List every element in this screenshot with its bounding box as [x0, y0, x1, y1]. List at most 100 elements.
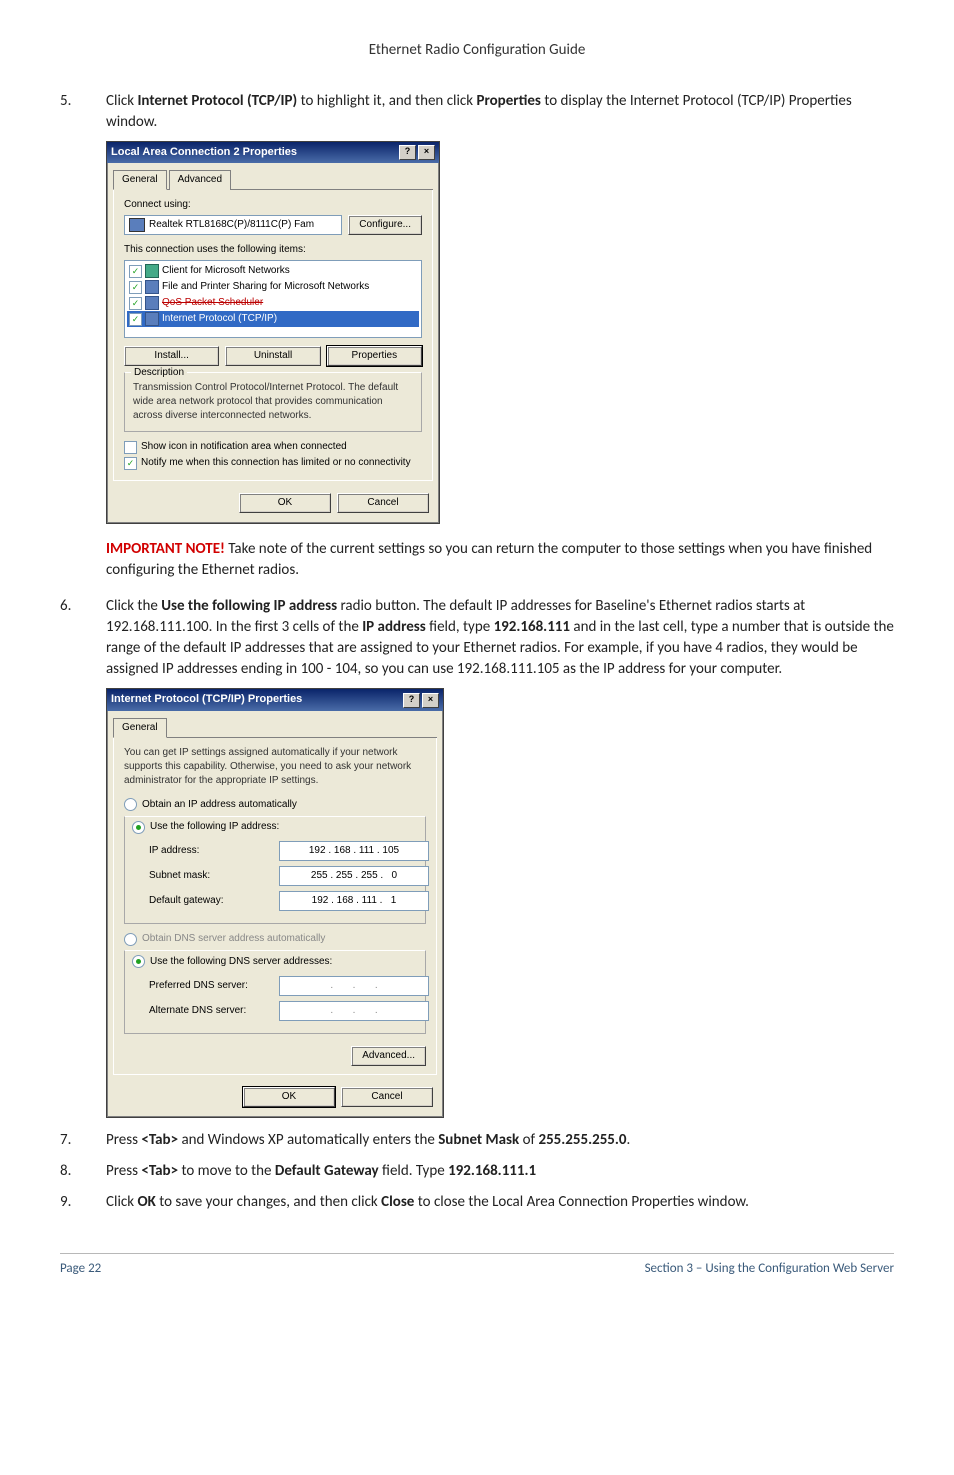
component-icon — [145, 264, 159, 278]
description-group: Description Transmission Control Protoco… — [124, 372, 422, 432]
ip-group: Use the following IP address: IP address… — [124, 816, 426, 925]
help-button[interactable]: ? — [399, 145, 416, 160]
intro-text: You can get IP settings assigned automat… — [124, 746, 426, 788]
default-gateway-label: Default gateway: — [149, 894, 269, 908]
step-number: 5. — [60, 91, 106, 133]
cancel-button[interactable]: Cancel — [341, 1087, 433, 1107]
component-icon — [145, 296, 159, 310]
cancel-button[interactable]: Cancel — [337, 493, 429, 513]
text: to move to the — [178, 1162, 275, 1180]
properties-button[interactable]: Properties — [327, 346, 422, 366]
list-item[interactable]: ✓ QoS Packet Scheduler — [127, 295, 419, 311]
step-5: 5. Click Internet Protocol (TCP/IP) to h… — [60, 91, 894, 133]
obtain-ip-auto-radio[interactable]: Obtain an IP address automatically — [124, 798, 426, 812]
dialog-footer: OK Cancel — [107, 487, 439, 523]
list-item-selected[interactable]: ✓ Internet Protocol (TCP/IP) — [127, 311, 419, 327]
text-bold: 192.168.111 — [494, 618, 570, 636]
step-body: Click Internet Protocol (TCP/IP) to high… — [106, 91, 894, 133]
ip-address-field[interactable]: 192 . 168 . 111 . 105 — [279, 841, 429, 861]
radio-icon[interactable] — [132, 821, 145, 834]
lan-properties-dialog: Local Area Connection 2 Properties ? × G… — [106, 141, 440, 524]
text-bold: Use the following IP address — [161, 597, 337, 615]
ok-button[interactable]: OK — [239, 493, 331, 513]
help-button[interactable]: ? — [403, 693, 420, 708]
important-label: IMPORTANT NOTE! — [106, 540, 225, 558]
step-number: 9. — [60, 1192, 106, 1213]
alternate-dns-label: Alternate DNS server: — [149, 1004, 269, 1018]
item-text: File and Printer Sharing for Microsoft N… — [162, 280, 369, 294]
tab-general[interactable]: General — [113, 718, 167, 738]
tab-strip: General — [113, 717, 437, 738]
text-bold: Subnet Mask — [438, 1131, 519, 1149]
text-bold: OK — [137, 1193, 155, 1211]
titlebar-buttons: ? × — [403, 693, 439, 708]
text: Click — [106, 92, 137, 110]
item-text: QoS Packet Scheduler — [162, 296, 263, 310]
text: Click the — [106, 597, 161, 615]
text: to highlight it, and then click — [297, 92, 476, 110]
use-following-ip-radio[interactable]: Use the following IP address: — [129, 820, 282, 834]
radio-label: Use the following DNS server addresses: — [150, 955, 332, 969]
radio-icon[interactable] — [124, 798, 137, 811]
radio-label: Use the following IP address: — [150, 820, 279, 834]
text-bold: IP address — [362, 618, 426, 636]
checkbox-icon[interactable]: ✓ — [129, 281, 142, 294]
show-icon-checkbox-row[interactable]: Show icon in notification area when conn… — [124, 440, 422, 454]
connect-using-label: Connect using: — [124, 198, 422, 212]
text: . — [627, 1131, 631, 1149]
list-item[interactable]: ✓ File and Printer Sharing for Microsoft… — [127, 279, 419, 295]
text-bold: Internet Protocol (TCP/IP) — [137, 92, 297, 110]
footer-left: Page 22 — [60, 1260, 101, 1278]
tab-general[interactable]: General — [113, 170, 167, 190]
text-bold: Properties — [476, 92, 540, 110]
checkbox-label: Show icon in notification area when conn… — [141, 440, 347, 454]
text: and Windows XP automatically enters the — [178, 1131, 438, 1149]
titlebar: Internet Protocol (TCP/IP) Properties ? … — [107, 689, 443, 710]
checkbox-icon[interactable]: ✓ — [129, 297, 142, 310]
text: field. Type — [379, 1162, 448, 1180]
list-item[interactable]: ✓ Client for Microsoft Networks — [127, 263, 419, 279]
tab-advanced[interactable]: Advanced — [169, 170, 231, 190]
step-body: Click OK to save your changes, and then … — [106, 1192, 894, 1213]
install-button[interactable]: Install... — [124, 346, 219, 366]
step-body: Press <Tab> to move to the Default Gatew… — [106, 1161, 894, 1182]
checkbox-icon[interactable]: ✓ — [124, 457, 137, 470]
configure-button[interactable]: Configure... — [348, 215, 422, 235]
notify-checkbox-row[interactable]: ✓ Notify me when this connection has lim… — [124, 456, 422, 470]
dialog-title: Local Area Connection 2 Properties — [111, 145, 297, 160]
text-bold: 255.255.255.0 — [538, 1131, 626, 1149]
dialog-footer: OK Cancel — [107, 1081, 443, 1117]
checkbox-icon[interactable]: ✓ — [129, 313, 142, 326]
radio-label: Obtain an IP address automatically — [142, 798, 297, 812]
checkbox-label: Notify me when this connection has limit… — [141, 456, 411, 470]
text-bold: Close — [381, 1193, 414, 1211]
page-footer: Page 22 Section 3 – Using the Configurat… — [60, 1253, 894, 1278]
item-text: Client for Microsoft Networks — [162, 264, 290, 278]
ok-button[interactable]: OK — [243, 1087, 335, 1107]
uninstall-button[interactable]: Uninstall — [225, 346, 320, 366]
item-text: Internet Protocol (TCP/IP) — [162, 312, 277, 326]
dialog-title: Internet Protocol (TCP/IP) Properties — [111, 692, 302, 707]
step-body: Press <Tab> and Windows XP automatically… — [106, 1130, 894, 1151]
adapter-field: Realtek RTL8168C(P)/8111C(P) Fam — [124, 215, 342, 235]
components-list[interactable]: ✓ Client for Microsoft Networks ✓ File a… — [124, 260, 422, 338]
nic-icon — [129, 218, 145, 232]
step-9: 9. Click OK to save your changes, and th… — [60, 1192, 894, 1213]
subnet-mask-field[interactable]: 255 . 255 . 255 . 0 — [279, 866, 429, 886]
radio-icon[interactable] — [132, 955, 145, 968]
text: Press — [106, 1162, 141, 1180]
text: field, type — [426, 618, 494, 636]
preferred-dns-field[interactable]: . . . — [279, 976, 429, 996]
alternate-dns-field[interactable]: . . . — [279, 1001, 429, 1021]
advanced-button[interactable]: Advanced... — [351, 1046, 426, 1066]
step-number: 6. — [60, 596, 106, 680]
default-gateway-field[interactable]: 192 . 168 . 111 . 1 — [279, 891, 429, 911]
close-button[interactable]: × — [418, 145, 435, 160]
titlebar-buttons: ? × — [399, 145, 435, 160]
checkbox-icon[interactable]: ✓ — [129, 265, 142, 278]
checkbox-icon[interactable] — [124, 441, 137, 454]
dialog-body: You can get IP settings assigned automat… — [113, 738, 437, 1075]
component-icon — [145, 280, 159, 294]
use-following-dns-radio[interactable]: Use the following DNS server addresses: — [129, 955, 335, 969]
close-button[interactable]: × — [422, 693, 439, 708]
